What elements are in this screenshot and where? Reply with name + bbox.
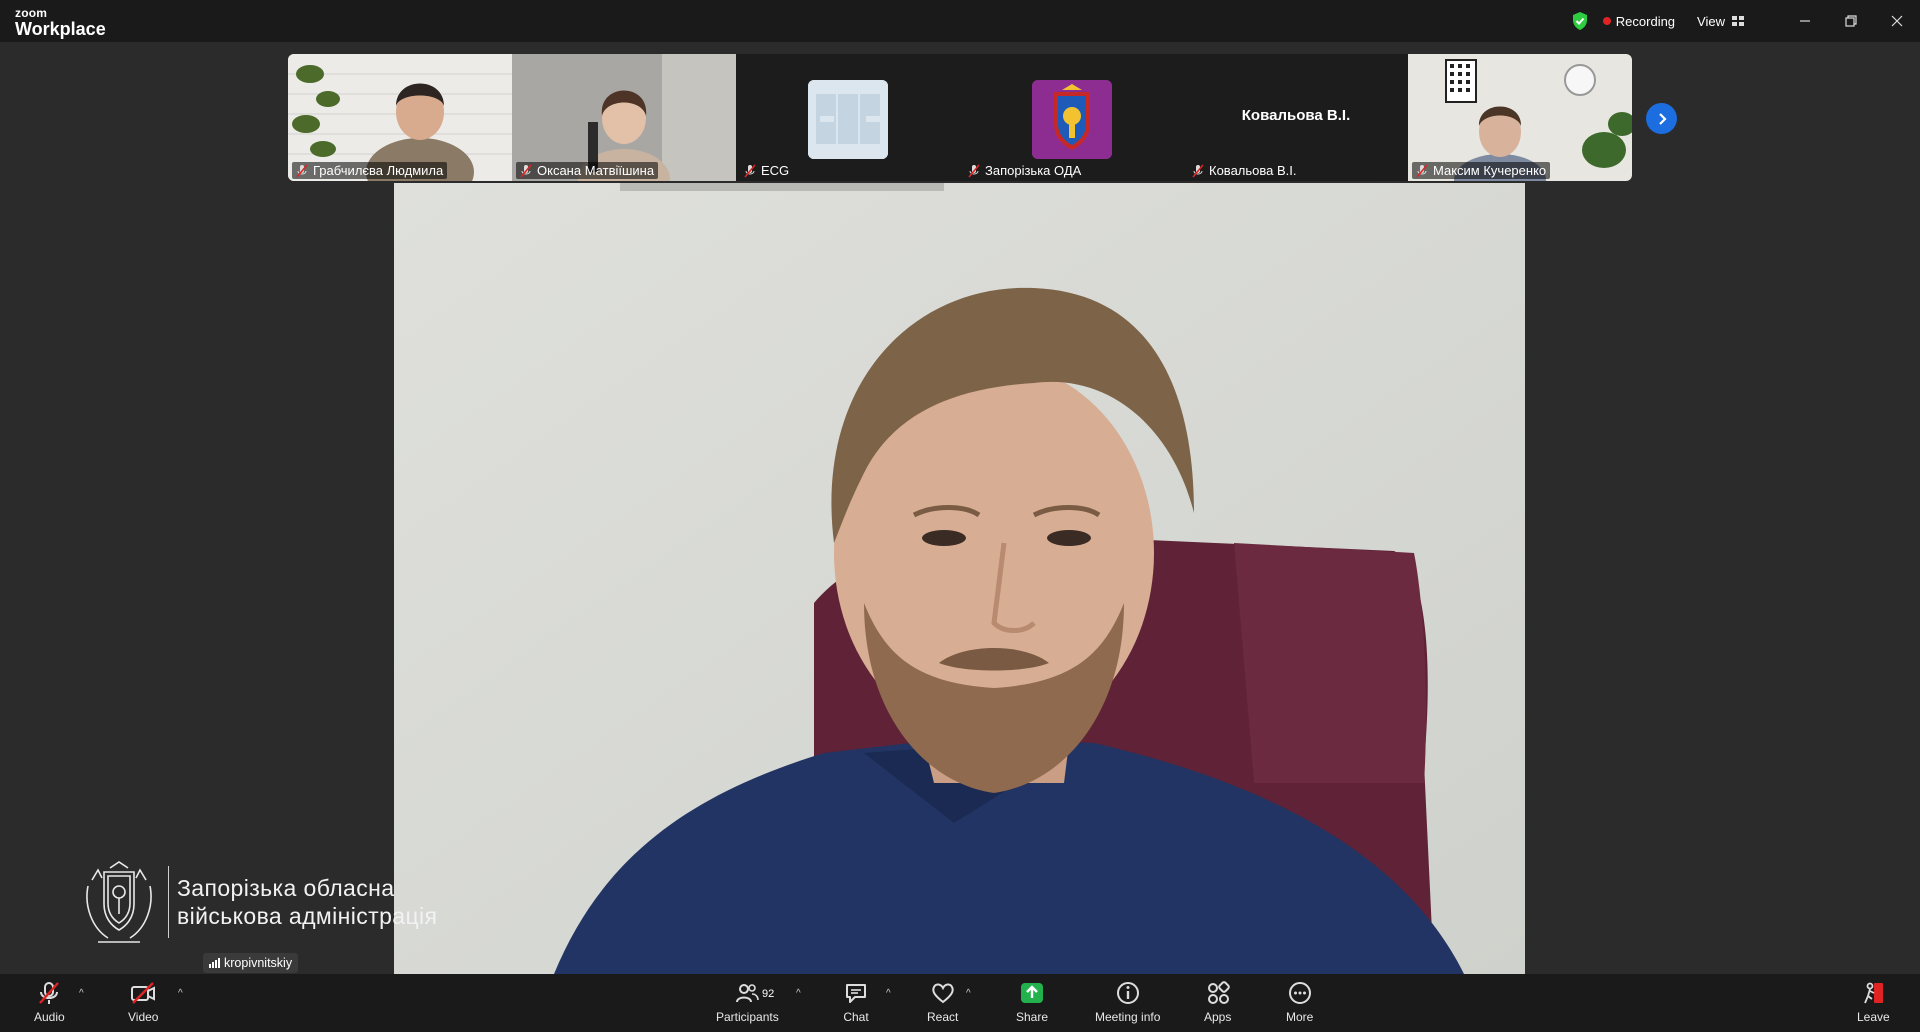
signal-bars-icon bbox=[209, 958, 220, 968]
recording-dot-icon bbox=[1602, 17, 1611, 25]
more-icon bbox=[1288, 982, 1311, 1004]
next-page-button[interactable] bbox=[1646, 103, 1677, 134]
info-icon bbox=[1116, 982, 1139, 1004]
muted-mic-icon bbox=[744, 163, 756, 178]
view-label: View bbox=[1697, 13, 1725, 29]
video-off-icon bbox=[131, 982, 156, 1004]
participants-options-caret[interactable]: ^ bbox=[796, 988, 801, 999]
view-button[interactable]: View bbox=[1697, 14, 1744, 29]
logo-large-text: Workplace bbox=[15, 19, 106, 39]
muted-mic-icon bbox=[1192, 163, 1204, 178]
muted-mic-icon bbox=[296, 163, 308, 178]
participants-label: Participants bbox=[716, 1010, 779, 1024]
video-label: Video bbox=[128, 1010, 159, 1024]
meeting-toolbar: Audio ^ Video ^ Participants 92 ^ Chat ^… bbox=[0, 974, 1920, 1032]
heart-icon bbox=[931, 983, 954, 1004]
chat-label: Chat bbox=[843, 1010, 869, 1024]
apps-icon bbox=[1207, 981, 1230, 1004]
participant-name: Оксана Матвіїшина bbox=[537, 163, 655, 178]
coat-of-arms-icon bbox=[1032, 80, 1112, 159]
participant-name-tag: Оксана Матвіїшина bbox=[516, 162, 659, 179]
participant-name: Грабчилєва Людмила bbox=[313, 163, 444, 178]
participants-icon bbox=[736, 984, 760, 1003]
organization-watermark: Запорізька обласна військова адміністрац… bbox=[78, 856, 437, 948]
recording-label: Recording bbox=[1615, 13, 1676, 29]
apps-label: Apps bbox=[1204, 1010, 1232, 1024]
audio-button[interactable]: Audio bbox=[34, 980, 65, 1024]
grid-icon bbox=[1732, 16, 1744, 26]
react-options-caret[interactable]: ^ bbox=[966, 988, 971, 999]
participant-tile[interactable]: Ковальова В.І. Ковальова В.І. bbox=[1184, 54, 1408, 181]
share-screen-icon bbox=[1021, 983, 1044, 1003]
share-button[interactable]: Share bbox=[1016, 980, 1048, 1024]
watermark-line-1: Запорізька обласна bbox=[177, 875, 395, 901]
muted-mic-icon bbox=[520, 163, 532, 178]
apps-button[interactable]: Apps bbox=[1204, 980, 1231, 1024]
chevron-right-icon bbox=[1658, 112, 1667, 125]
participant-avatar bbox=[1032, 80, 1112, 159]
audio-options-caret[interactable]: ^ bbox=[79, 988, 84, 999]
network-badge: kropivnitskiy bbox=[203, 953, 299, 973]
participant-name: Максим Кучеренко bbox=[1433, 163, 1547, 178]
restore-icon bbox=[1845, 15, 1857, 27]
meeting-info-label: Meeting info bbox=[1095, 1010, 1161, 1024]
participant-name-tag: Ковальова В.І. bbox=[1188, 162, 1301, 179]
react-label: React bbox=[927, 1010, 959, 1024]
video-button[interactable]: Video bbox=[128, 980, 158, 1024]
share-label: Share bbox=[1016, 1010, 1049, 1024]
participant-tile[interactable]: Максим Кучеренко bbox=[1408, 54, 1632, 181]
participant-name: Запорізька ОДА bbox=[985, 163, 1082, 178]
leave-button[interactable]: Leave bbox=[1857, 980, 1890, 1024]
audio-label: Audio bbox=[34, 1010, 65, 1024]
active-speaker-video bbox=[394, 183, 1525, 974]
participant-strip: Грабчилєва Людмила Оксана Матвіїшина ECG… bbox=[288, 54, 1632, 181]
logo-small-text: zoom bbox=[15, 6, 48, 20]
participants-count: 92 bbox=[762, 988, 775, 1000]
participant-tile[interactable]: Грабчилєва Людмила bbox=[288, 54, 512, 181]
participant-name-tag: Запорізька ОДА bbox=[964, 162, 1085, 179]
network-badge-label: kropivnitskiy bbox=[224, 956, 293, 970]
muted-mic-icon bbox=[39, 982, 60, 1004]
chat-icon bbox=[846, 984, 866, 1003]
participant-tile[interactable]: ECG bbox=[736, 54, 960, 181]
speaker-video bbox=[394, 183, 1525, 974]
close-icon bbox=[1891, 15, 1903, 27]
minimize-button[interactable] bbox=[1782, 0, 1828, 42]
muted-mic-icon bbox=[1416, 163, 1428, 178]
close-button[interactable] bbox=[1874, 0, 1920, 42]
participant-name-tag: ECG bbox=[740, 162, 793, 179]
video-options-caret[interactable]: ^ bbox=[178, 988, 183, 999]
participant-name-tag: Грабчилєва Людмила bbox=[292, 162, 448, 179]
chat-options-caret[interactable]: ^ bbox=[886, 988, 891, 999]
participant-name: ECG bbox=[761, 163, 790, 178]
crest-icon bbox=[86, 861, 152, 943]
participant-name-tag: Максим Кучеренко bbox=[1412, 162, 1551, 179]
watermark-line-2: військова адміністрація bbox=[177, 903, 438, 929]
participant-tile[interactable]: Запорізька ОДА bbox=[960, 54, 1184, 181]
shield-check-icon[interactable] bbox=[1571, 11, 1589, 31]
leave-icon bbox=[1864, 982, 1884, 1004]
chat-button[interactable]: Chat bbox=[843, 980, 869, 1024]
participant-tile[interactable]: Оксана Матвіїшина bbox=[512, 54, 736, 181]
more-button[interactable]: More bbox=[1286, 980, 1313, 1024]
ecg-logo-icon bbox=[808, 80, 888, 159]
leave-label: Leave bbox=[1857, 1010, 1890, 1024]
minimize-icon bbox=[1800, 20, 1810, 22]
title-bar: zoom Workplace Recording View bbox=[0, 0, 1920, 42]
watermark-divider bbox=[168, 866, 169, 938]
participant-avatar bbox=[808, 80, 888, 159]
zoom-logo: zoom Workplace bbox=[15, 7, 106, 38]
muted-mic-icon bbox=[968, 163, 980, 178]
participants-button[interactable]: Participants bbox=[716, 980, 779, 1024]
restore-button[interactable] bbox=[1828, 0, 1874, 42]
participant-display-name: Ковальова В.І. bbox=[1241, 107, 1351, 124]
participant-name: Ковальова В.І. bbox=[1209, 163, 1297, 178]
recording-indicator[interactable]: Recording bbox=[1602, 13, 1676, 29]
react-button[interactable]: React bbox=[927, 980, 958, 1024]
more-label: More bbox=[1286, 1010, 1314, 1024]
meeting-info-button[interactable]: Meeting info bbox=[1095, 980, 1160, 1024]
